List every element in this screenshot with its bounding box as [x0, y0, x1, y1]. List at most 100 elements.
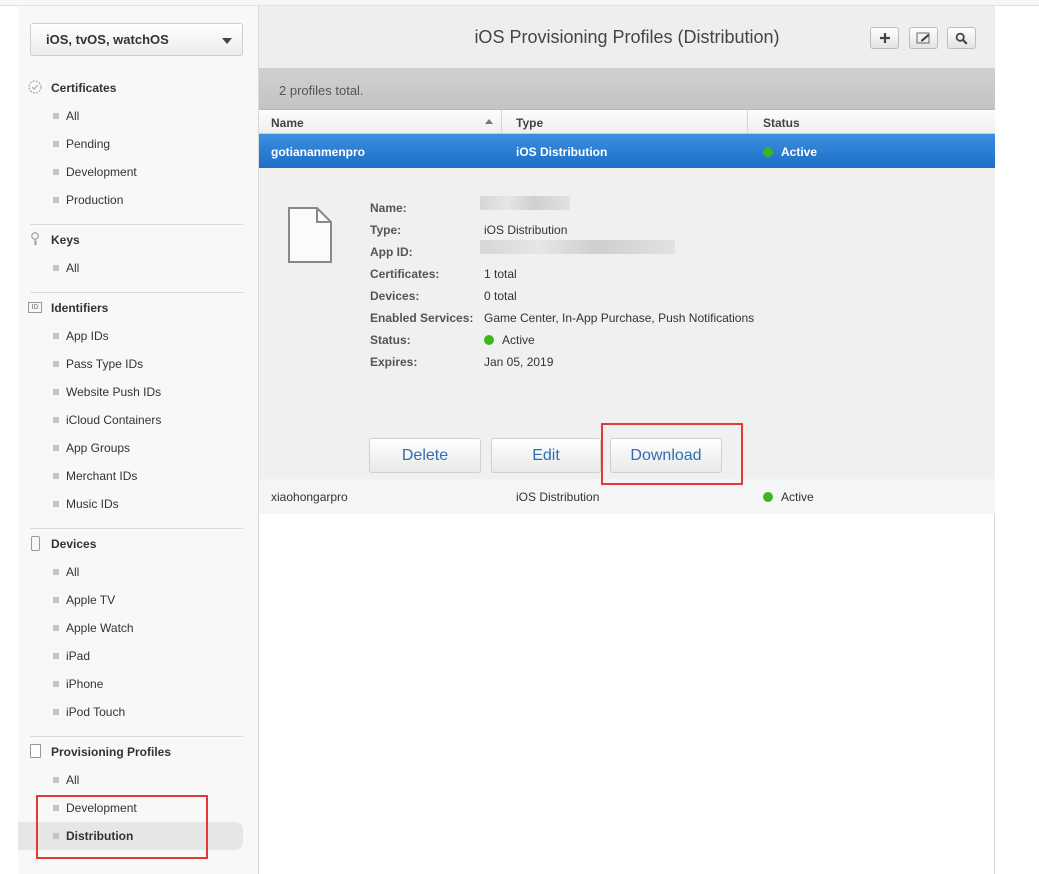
- row-name: xiaohongarpro: [271, 490, 348, 504]
- sidebar-item-merchant-ids[interactable]: Merchant IDs: [18, 462, 259, 490]
- sidebar-item-certificates-pending[interactable]: Pending: [18, 130, 259, 158]
- section-title-identifiers: ID Identifiers: [18, 294, 259, 322]
- sidebar-item-pass-type-ids[interactable]: Pass Type IDs: [18, 350, 259, 378]
- sidebar-item-profiles-all[interactable]: All: [18, 766, 259, 794]
- bullet: [53, 445, 59, 451]
- status-active-icon: [763, 492, 773, 502]
- sidebar-item-label: Development: [66, 801, 137, 815]
- divider: [30, 292, 243, 293]
- platform-select-label: iOS, tvOS, watchOS: [46, 32, 169, 47]
- bullet: [53, 473, 59, 479]
- column-header-label: Status: [763, 116, 800, 130]
- section-title-keys: Keys: [18, 226, 259, 254]
- bullet: [53, 625, 59, 631]
- row-type: iOS Distribution: [516, 490, 600, 504]
- detail-label: Type:: [370, 223, 402, 237]
- sidebar-item-profiles-distribution[interactable]: Distribution: [18, 822, 243, 850]
- detail-label: Expires:: [370, 355, 418, 369]
- detail-label: Status:: [370, 333, 411, 347]
- sidebar-item-apple-tv[interactable]: Apple TV: [18, 586, 259, 614]
- bullet: [53, 681, 59, 687]
- status-active-icon: [763, 147, 773, 157]
- sidebar-item-label: Apple Watch: [66, 621, 134, 635]
- sidebar-item-label: iPod Touch: [66, 705, 126, 719]
- bullet: [53, 417, 59, 423]
- detail-app-id-redacted: [480, 240, 675, 257]
- sidebar-item-label: App Groups: [66, 441, 131, 455]
- sidebar-item-label: Production: [66, 193, 124, 207]
- row-status-label: Active: [781, 145, 818, 159]
- sidebar-item-label: Music IDs: [66, 497, 119, 511]
- section-title-text: Certificates: [51, 81, 117, 95]
- section-certificates: Certificates All Pending Development Pro…: [18, 74, 259, 214]
- add-button[interactable]: [870, 27, 899, 49]
- sidebar-item-website-push-ids[interactable]: Website Push IDs: [18, 378, 259, 406]
- sidebar-item-app-groups[interactable]: App Groups: [18, 434, 259, 462]
- sidebar-item-app-ids[interactable]: App IDs: [18, 322, 259, 350]
- sidebar-item-profiles-development[interactable]: Development: [18, 794, 259, 822]
- bullet: [53, 113, 59, 119]
- search-icon: [955, 32, 968, 45]
- bullet: [53, 361, 59, 367]
- key-icon: [27, 231, 43, 247]
- sidebar-item-apple-watch[interactable]: Apple Watch: [18, 614, 259, 642]
- detail-value: Jan 05, 2019: [484, 355, 554, 369]
- detail-name-redacted: [480, 196, 570, 213]
- sidebar-item-iphone[interactable]: iPhone: [18, 670, 259, 698]
- sidebar-item-label: iPad: [66, 649, 91, 663]
- bullet: [53, 501, 59, 507]
- sidebar-item-icloud-containers[interactable]: iCloud Containers: [18, 406, 259, 434]
- sidebar: iOS, tvOS, watchOS Certificates All Pend…: [18, 6, 259, 874]
- plus-icon: [879, 33, 890, 43]
- column-header-label: Type: [516, 116, 544, 130]
- profile-detail-panel: Name: Type: iOS Distribution App ID: Cer…: [259, 168, 995, 479]
- detail-label: Name:: [370, 201, 407, 215]
- detail-label: Devices:: [370, 289, 420, 303]
- sidebar-item-certificates-development[interactable]: Development: [18, 158, 259, 186]
- delete-button[interactable]: Delete: [369, 438, 481, 473]
- sidebar-item-label: All: [66, 261, 80, 275]
- device-icon: [27, 535, 43, 551]
- section-title-devices: Devices: [18, 530, 259, 558]
- sidebar-item-label: iPhone: [66, 677, 104, 691]
- section-identifiers: ID Identifiers App IDs Pass Type IDs Web…: [18, 294, 259, 518]
- sidebar-item-music-ids[interactable]: Music IDs: [18, 490, 259, 518]
- row-type: iOS Distribution: [516, 145, 608, 159]
- table-row[interactable]: gotiananmenpro iOS Distribution Active: [259, 134, 995, 169]
- section-title-certificates: Certificates: [18, 74, 259, 102]
- column-header-type[interactable]: Type: [504, 110, 748, 133]
- sidebar-item-certificates-all[interactable]: All: [18, 102, 259, 130]
- sidebar-item-certificates-production[interactable]: Production: [18, 186, 259, 214]
- sidebar-item-label: All: [66, 109, 80, 123]
- download-button[interactable]: Download: [610, 438, 722, 473]
- bullet: [53, 709, 59, 715]
- section-title-text: Provisioning Profiles: [51, 745, 172, 759]
- edit-profile-button[interactable]: Edit: [491, 438, 601, 473]
- sidebar-item-label: Distribution: [66, 829, 134, 843]
- edit-button[interactable]: [909, 27, 938, 49]
- column-header-status[interactable]: Status: [751, 110, 995, 133]
- bullet: [53, 777, 59, 783]
- divider: [30, 528, 243, 529]
- sidebar-item-ipad[interactable]: iPad: [18, 642, 259, 670]
- sidebar-item-ipod-touch[interactable]: iPod Touch: [18, 698, 259, 726]
- bullet: [53, 141, 59, 147]
- sidebar-item-keys-all[interactable]: All: [18, 254, 259, 282]
- detail-value: Active: [502, 333, 535, 347]
- detail-value: iOS Distribution: [484, 223, 568, 237]
- sidebar-item-devices-all[interactable]: All: [18, 558, 259, 586]
- edit-icon: [916, 32, 929, 44]
- bullet: [53, 197, 59, 203]
- detail-value: Game Center, In-App Purchase, Push Notif…: [484, 311, 755, 325]
- bullet: [53, 569, 59, 575]
- profiles-count: 2 profiles total.: [259, 68, 995, 110]
- section-title-text: Devices: [51, 537, 97, 551]
- search-button[interactable]: [947, 27, 976, 49]
- sidebar-item-label: Apple TV: [66, 593, 116, 607]
- sidebar-item-label: All: [66, 565, 80, 579]
- sidebar-item-label: Development: [66, 165, 137, 179]
- platform-select[interactable]: iOS, tvOS, watchOS: [30, 23, 243, 56]
- table-row[interactable]: xiaohongarpro iOS Distribution Active: [259, 479, 995, 514]
- column-header-name[interactable]: Name: [259, 110, 502, 133]
- table-header: Name Type Status: [259, 110, 995, 134]
